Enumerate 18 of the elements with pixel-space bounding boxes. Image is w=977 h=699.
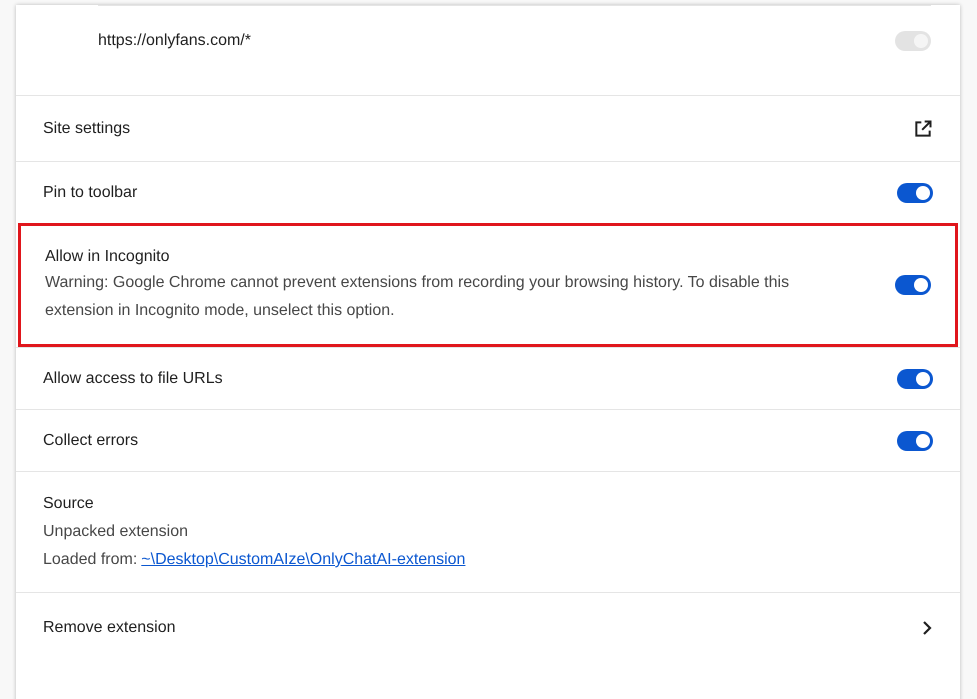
row-label: Pin to toolbar [43,182,138,202]
toggle-switch[interactable] [897,182,933,202]
folder-path-link[interactable]: ~\Desktop\CustomAIze\OnlyChatAI-extension [141,546,466,574]
external-link-icon[interactable] [913,118,933,138]
row-label: Collect errors [43,430,138,450]
source-type: Unpacked extension [43,522,189,542]
row-description: Warning: Google Chrome cannot prevent extensions from recording your browsing history. To disable this extension in Incognito mode, unselect this option. [45,273,790,321]
row-label: Remove extension [43,618,176,638]
row-label: Allow in Incognito [45,247,171,267]
row-label: Allow access to file URLs [43,368,223,388]
toggle-switch[interactable] [897,430,933,450]
row-label: Site settings [43,118,130,138]
row-label: Source [43,494,95,514]
site-url: https://onlyfans.com/* [98,30,251,50]
toggle-switch[interactable] [897,368,933,388]
toggle-switch[interactable] [895,275,931,295]
loaded-from-label: Loaded from: [43,550,138,570]
chevron-right-icon[interactable] [921,621,933,635]
